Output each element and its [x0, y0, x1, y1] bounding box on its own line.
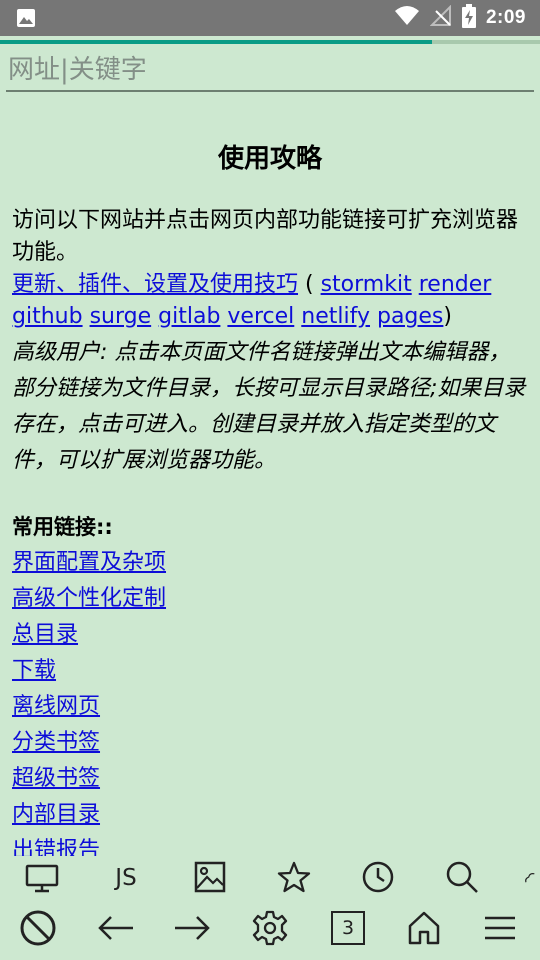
- mirror-links-line: 更新、插件、设置及使用技巧 ( stormkit render github s…: [12, 269, 528, 333]
- page-load-progress: [0, 40, 540, 44]
- mirror-link-github[interactable]: github: [12, 304, 83, 329]
- main-tips-link[interactable]: 更新、插件、设置及使用技巧: [12, 272, 298, 297]
- link-main-directory[interactable]: 总目录: [12, 617, 78, 653]
- status-time: 2:09: [485, 7, 526, 28]
- cloud-icon[interactable]: [524, 860, 540, 896]
- common-links-list: 界面配置及杂项 高级个性化定制 总目录 下载 离线网页 分类书签 超级书签 内部…: [12, 545, 528, 856]
- block-icon[interactable]: [16, 906, 60, 950]
- back-arrow-icon[interactable]: [94, 906, 138, 950]
- advanced-user-note: 高级用户: 点击本页面文件名链接弹出文本编辑器，部分链接为文件目录，长按可显示目…: [12, 340, 526, 473]
- close-paren: ): [443, 304, 452, 329]
- tabs-count[interactable]: 3: [326, 906, 370, 950]
- link-internal-directory[interactable]: 内部目录: [12, 797, 100, 833]
- toolbar-bottom: 3: [0, 900, 540, 956]
- mirror-link-pages[interactable]: pages: [377, 304, 443, 329]
- menu-icon[interactable]: [478, 906, 522, 950]
- intro-text: 访问以下网站并点击网页内部功能链接可扩充浏览器功能。: [12, 208, 519, 265]
- toolbar-top: JS: [0, 856, 540, 900]
- tabs-count-label: 3: [341, 917, 355, 939]
- status-bar: 2:09: [0, 0, 540, 36]
- history-clock-icon[interactable]: [358, 859, 398, 895]
- link-error-report[interactable]: 出错报告: [12, 833, 100, 856]
- link-super-bookmarks[interactable]: 超级书签: [12, 761, 100, 797]
- home-icon[interactable]: [402, 906, 446, 950]
- page-title: 使用攻略: [217, 144, 322, 174]
- js-toggle[interactable]: JS: [104, 860, 148, 896]
- mirror-link-stormkit[interactable]: stormkit: [321, 272, 412, 297]
- page-load-progress-fill: [0, 40, 432, 44]
- js-label: JS: [115, 865, 137, 891]
- open-paren: (: [298, 272, 321, 297]
- settings-gear-icon[interactable]: [248, 906, 292, 950]
- forward-arrow-icon[interactable]: [170, 906, 214, 950]
- battery-charging-icon: [461, 4, 476, 32]
- wifi-icon: [394, 5, 420, 31]
- link-downloads[interactable]: 下载: [12, 653, 56, 689]
- mirror-link-render[interactable]: render: [419, 272, 492, 297]
- link-category-bookmarks[interactable]: 分类书签: [12, 725, 100, 761]
- search-icon[interactable]: [442, 859, 482, 895]
- mirror-link-gitlab[interactable]: gitlab: [158, 304, 220, 329]
- signal-off-icon: [429, 4, 452, 31]
- bookmark-star-icon[interactable]: [274, 859, 314, 895]
- mirror-link-surge[interactable]: surge: [90, 304, 152, 329]
- address-input[interactable]: [6, 50, 534, 92]
- mirror-link-netlify[interactable]: netlify: [301, 304, 370, 329]
- link-offline-pages[interactable]: 离线网页: [12, 689, 100, 725]
- mirror-link-vercel[interactable]: vercel: [227, 304, 294, 329]
- common-links-heading: 常用链接::: [12, 515, 113, 539]
- image-notification-icon: [16, 8, 36, 32]
- link-ui-config[interactable]: 界面配置及杂项: [12, 545, 166, 581]
- link-customization[interactable]: 高级个性化定制: [12, 581, 166, 617]
- image-toggle-icon[interactable]: [190, 859, 230, 895]
- desktop-mode-icon[interactable]: [22, 860, 62, 896]
- web-content[interactable]: 使用攻略 访问以下网站并点击网页内部功能链接可扩充浏览器功能。 更新、插件、设置…: [12, 104, 528, 856]
